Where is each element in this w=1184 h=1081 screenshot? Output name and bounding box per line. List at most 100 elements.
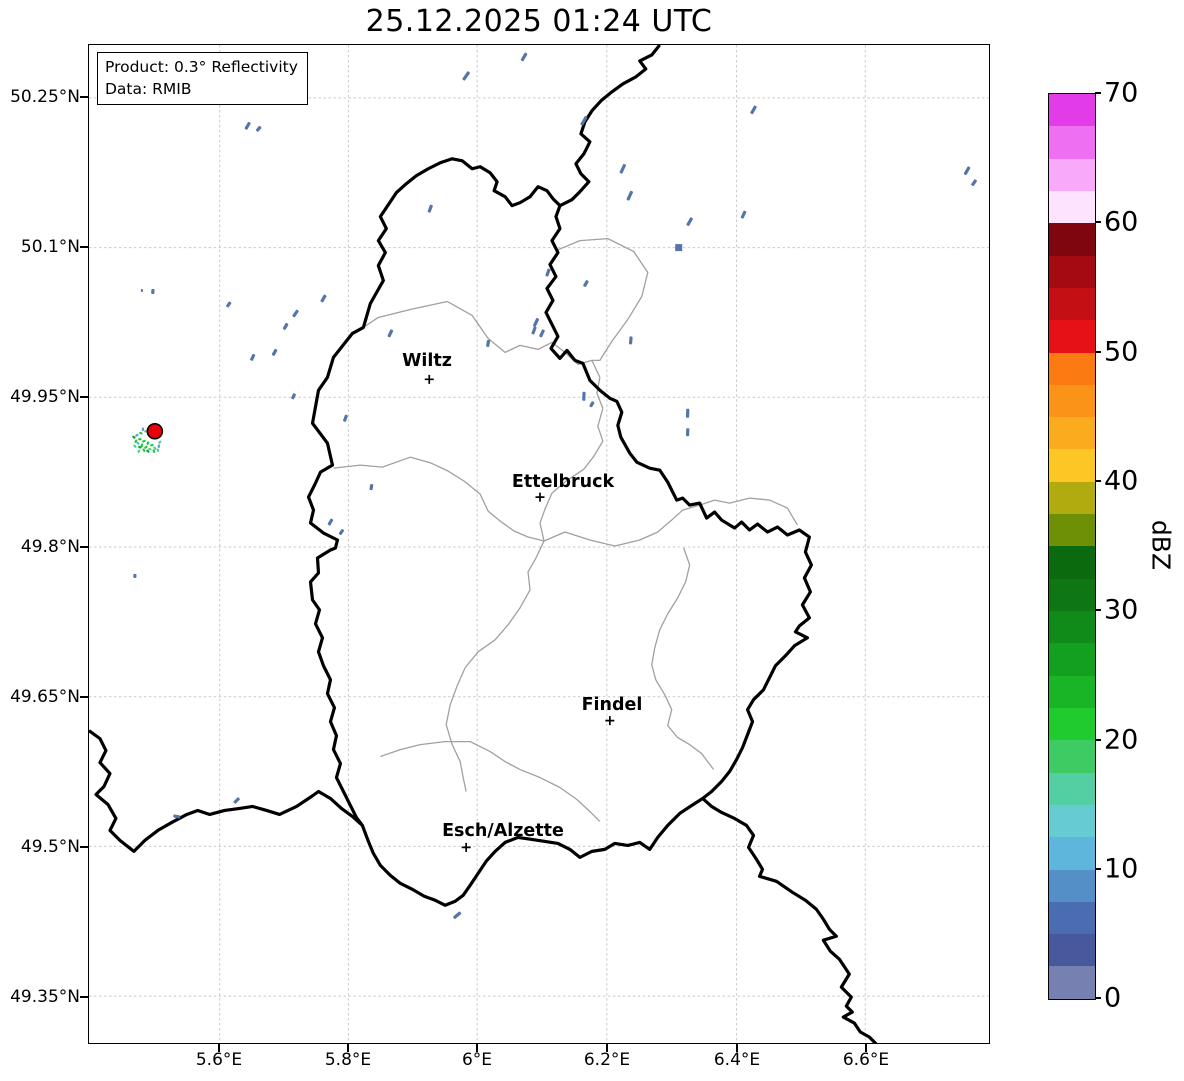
radar-echo <box>291 393 296 400</box>
lat-tick-label: 50.1°N <box>20 237 80 257</box>
map-plot-area: Product: 0.3° Reflectivity Data: RMIB <box>88 44 990 1044</box>
lat-tick-label: 49.5°N <box>20 837 80 857</box>
lat-tick-label: 49.35°N <box>10 987 80 1007</box>
colorbar-segment <box>1049 837 1095 870</box>
colorbar-tick <box>1095 868 1101 870</box>
colorbar-segment <box>1049 546 1095 579</box>
colorbar-segment <box>1049 126 1095 159</box>
canton-border <box>651 547 715 770</box>
colorbar-tick-label: 70 <box>1104 77 1139 109</box>
radar-echo <box>750 105 757 115</box>
radar-echo <box>255 125 262 132</box>
canton-border <box>380 740 601 822</box>
city-label: Esch/Alzette <box>442 821 564 841</box>
colorbar-segment <box>1049 417 1095 450</box>
colorbar-segment <box>1049 223 1095 256</box>
country-border <box>89 729 364 853</box>
lon-tick-label: 5.6°E <box>195 1050 243 1070</box>
country-border <box>559 45 661 208</box>
colorbar-segment <box>1049 578 1095 611</box>
radar-echo <box>971 179 977 187</box>
lon-tick-label: 6.4°E <box>713 1050 761 1070</box>
product-info-box: Product: 0.3° Reflectivity Data: RMIB <box>97 52 308 105</box>
colorbar-segment <box>1049 772 1095 805</box>
colorbar-segment <box>1049 804 1095 838</box>
axis-tick <box>865 1044 867 1052</box>
radar-site-marker <box>146 422 164 440</box>
colorbar-segment <box>1049 740 1095 773</box>
radar-echo <box>686 217 693 226</box>
lat-tick-label: 49.95°N <box>10 387 80 407</box>
radar-echo <box>151 288 155 295</box>
radar-map-figure: 25.12.2025 01:24 UTC Product: 0.3° Refle… <box>0 0 1184 1081</box>
axis-tick <box>736 1044 738 1052</box>
colorbar-segment <box>1049 384 1095 418</box>
clutter-speckle <box>158 440 162 444</box>
colorbar-segment <box>1049 287 1095 321</box>
lat-tick-label: 50.25°N <box>10 87 80 107</box>
axis-tick <box>80 546 88 548</box>
radar-echo <box>619 163 627 174</box>
radar-echo <box>486 339 491 347</box>
axis-tick <box>347 1044 349 1052</box>
axis-tick <box>80 96 88 98</box>
colorbar <box>1048 93 1096 1000</box>
colorbar-tick <box>1095 221 1101 223</box>
radar-echo <box>545 268 551 277</box>
colorbar-tick-label: 50 <box>1104 336 1139 368</box>
colorbar-segment <box>1049 94 1095 127</box>
radar-echo <box>173 814 181 819</box>
radar-echo <box>740 210 747 219</box>
radar-echo <box>539 329 545 338</box>
radar-echo <box>427 204 433 213</box>
colorbar-segment <box>1049 190 1095 224</box>
radar-echo <box>589 401 595 408</box>
radar-echo <box>963 166 971 176</box>
clutter-speckle <box>150 444 154 447</box>
radar-echo <box>369 484 374 491</box>
country-border <box>701 797 878 1043</box>
radar-echo <box>582 391 586 401</box>
axis-tick <box>80 396 88 398</box>
product-info-line: Product: 0.3° Reflectivity <box>105 58 298 76</box>
colorbar-unit-label: dBZ <box>1146 519 1176 571</box>
radar-echo <box>250 353 256 361</box>
axis-tick <box>80 846 88 848</box>
clutter-speckle <box>133 444 137 448</box>
city-marker <box>424 374 434 384</box>
clutter-speckle <box>146 441 150 445</box>
clutter-speckle <box>144 445 148 449</box>
colorbar-tick <box>1095 480 1101 482</box>
colorbar-segment <box>1049 934 1095 967</box>
canton-border <box>333 456 545 542</box>
axis-tick <box>80 696 88 698</box>
radar-echo <box>628 336 633 345</box>
axis-tick <box>606 1044 608 1052</box>
colorbar-segment <box>1049 675 1095 708</box>
radar-echo <box>233 797 240 804</box>
canton-border <box>543 497 798 547</box>
radar-echo <box>226 301 232 308</box>
radar-echo <box>387 329 394 338</box>
colorbar-segment <box>1049 352 1095 385</box>
clutter-speckle <box>141 427 145 432</box>
clutter-speckle <box>135 433 139 437</box>
canton-border <box>445 540 545 792</box>
map-canvas <box>89 45 989 1043</box>
radar-echo <box>271 348 278 356</box>
radar-echo <box>453 911 462 919</box>
radar-echo <box>462 71 470 81</box>
clutter-speckle <box>139 431 143 435</box>
radar-echo <box>685 408 690 418</box>
city-marker <box>535 492 545 502</box>
colorbar-segment <box>1049 901 1095 935</box>
radar-echo <box>685 428 690 437</box>
colorbar-tick <box>1095 351 1101 353</box>
radar-echo <box>282 322 289 330</box>
colorbar-segment <box>1049 643 1095 676</box>
colorbar-tick-label: 0 <box>1104 982 1122 1014</box>
colorbar-segment <box>1049 966 1095 999</box>
axis-tick <box>218 1044 220 1052</box>
colorbar-segment <box>1049 611 1095 644</box>
colorbar-tick <box>1095 739 1101 741</box>
